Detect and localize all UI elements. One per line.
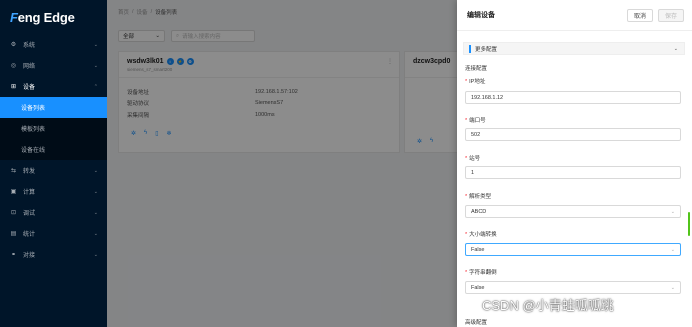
sidebar-item-stats[interactable]: ▤ 统计 ⌄ [0, 223, 107, 244]
sidebar-item-compute[interactable]: ▣ 计算 ⌄ [0, 181, 107, 202]
sidebar-item-device[interactable]: ⊞ 设备 ⌃ [0, 76, 107, 97]
drawer-title: 编辑设备 [467, 12, 495, 19]
sidebar-item-label: 设备 [23, 85, 36, 91]
globe-icon: ◎ [10, 63, 17, 69]
cancel-button[interactable]: 取消 [626, 8, 653, 22]
section-title: 更多配置 [475, 46, 498, 53]
chevron-down-icon: ⌄ [93, 167, 98, 174]
save-button[interactable]: 保存 [657, 8, 684, 22]
sidebar-item-debug[interactable]: ⊡ 调试 ⌄ [0, 202, 107, 223]
sidebar-item-integration[interactable]: ⚭ 对接 ⌄ [0, 244, 107, 265]
station-value: 1 [471, 169, 475, 176]
port-value: 502 [471, 131, 481, 138]
ip-address-input[interactable]: 192.168.1.12 [465, 91, 681, 104]
watermark: CSDN @小青蛙呱呱跳 [482, 298, 614, 313]
debug-icon: ⊡ [10, 210, 17, 216]
chevron-down-icon: ⌄ [93, 230, 98, 237]
edit-device-drawer: 编辑设备 取消 保存 更多配置 ⌄ 连接配置 * IP地址 192.168.1.1… [457, 0, 692, 327]
sidebar-item-label: 统计 [23, 232, 36, 238]
sidebar-item-device-list[interactable]: 设备列表 [0, 97, 107, 118]
field-label-port: * 端口号 [465, 118, 486, 124]
parse-type-value: ABCD [471, 208, 487, 215]
gear-icon: ⚙ [10, 42, 17, 48]
chevron-down-icon: ⌄ [670, 284, 675, 291]
sidebar-item-label: 对接 [23, 253, 36, 259]
sidebar-item-label: 网络 [23, 64, 36, 70]
logo-letter: F [10, 9, 18, 25]
endian-value: False [471, 246, 485, 253]
sidebar-item-device-online[interactable]: 设备在线 [0, 139, 107, 160]
chevron-down-icon: ⌄ [93, 251, 98, 258]
device-icon: ⊞ [10, 84, 17, 90]
station-input[interactable]: 1 [465, 166, 681, 179]
connection-config-title: 连接配置 [465, 66, 488, 72]
chevron-down-icon: ⌄ [670, 246, 675, 253]
field-label-endian: * 大小端转换 [465, 232, 497, 238]
drawer-scrollbar[interactable] [688, 212, 690, 236]
sidebar-item-system[interactable]: ⚙ 系统 ⌄ [0, 34, 107, 55]
sidebar-item-template-list[interactable]: 模板列表 [0, 118, 107, 139]
sidebar-item-label: 调试 [23, 211, 36, 217]
more-config-section[interactable]: 更多配置 ⌄ [463, 42, 685, 55]
sidebar: Feng Edge ⚙ 系统 ⌄ ◎ 网络 ⌄ ⊞ 设备 ⌃ 设备列表 模板列表… [0, 0, 107, 327]
field-label-parse-type: * 解析类型 [465, 194, 492, 200]
drawer-header: 编辑设备 取消 保存 [457, 0, 692, 31]
field-label-string-flip: * 字符串翻倒 [465, 270, 497, 276]
string-flip-value: False [471, 284, 485, 291]
endian-select[interactable]: False ⌄ [465, 243, 681, 256]
ip-address-value: 192.168.1.12 [471, 94, 504, 101]
chevron-up-icon: ⌃ [93, 83, 98, 90]
chart-icon: ▤ [10, 231, 17, 237]
forward-icon: ⇆ [10, 168, 17, 174]
chevron-down-icon: ⌄ [93, 41, 98, 48]
advanced-config-title: 高级配置 [465, 320, 488, 326]
sidebar-item-label: 转发 [23, 169, 36, 175]
parse-type-select[interactable]: ABCD ⌄ [465, 205, 681, 218]
field-label-ip: * IP地址 [465, 79, 486, 85]
sidebar-item-label: 系统 [23, 43, 36, 49]
sidebar-item-network[interactable]: ◎ 网络 ⌄ [0, 55, 107, 76]
logo-text: eng Edge [17, 9, 75, 25]
chevron-down-icon: ⌄ [673, 45, 678, 52]
link-icon: ⚭ [10, 252, 17, 258]
section-accent [469, 44, 471, 53]
app-logo[interactable]: Feng Edge [0, 0, 107, 34]
port-input[interactable]: 502 [465, 128, 681, 141]
device-submenu: 设备列表 模板列表 设备在线 [0, 97, 107, 160]
chevron-down-icon: ⌄ [93, 188, 98, 195]
sidebar-item-label: 计算 [23, 190, 36, 196]
string-flip-select[interactable]: False ⌄ [465, 281, 681, 294]
sidebar-item-forward[interactable]: ⇆ 转发 ⌄ [0, 160, 107, 181]
calculator-icon: ▣ [10, 189, 17, 195]
chevron-down-icon: ⌄ [93, 62, 98, 69]
chevron-down-icon: ⌄ [670, 208, 675, 215]
chevron-down-icon: ⌄ [93, 209, 98, 216]
field-label-station: * 站号 [465, 156, 481, 162]
